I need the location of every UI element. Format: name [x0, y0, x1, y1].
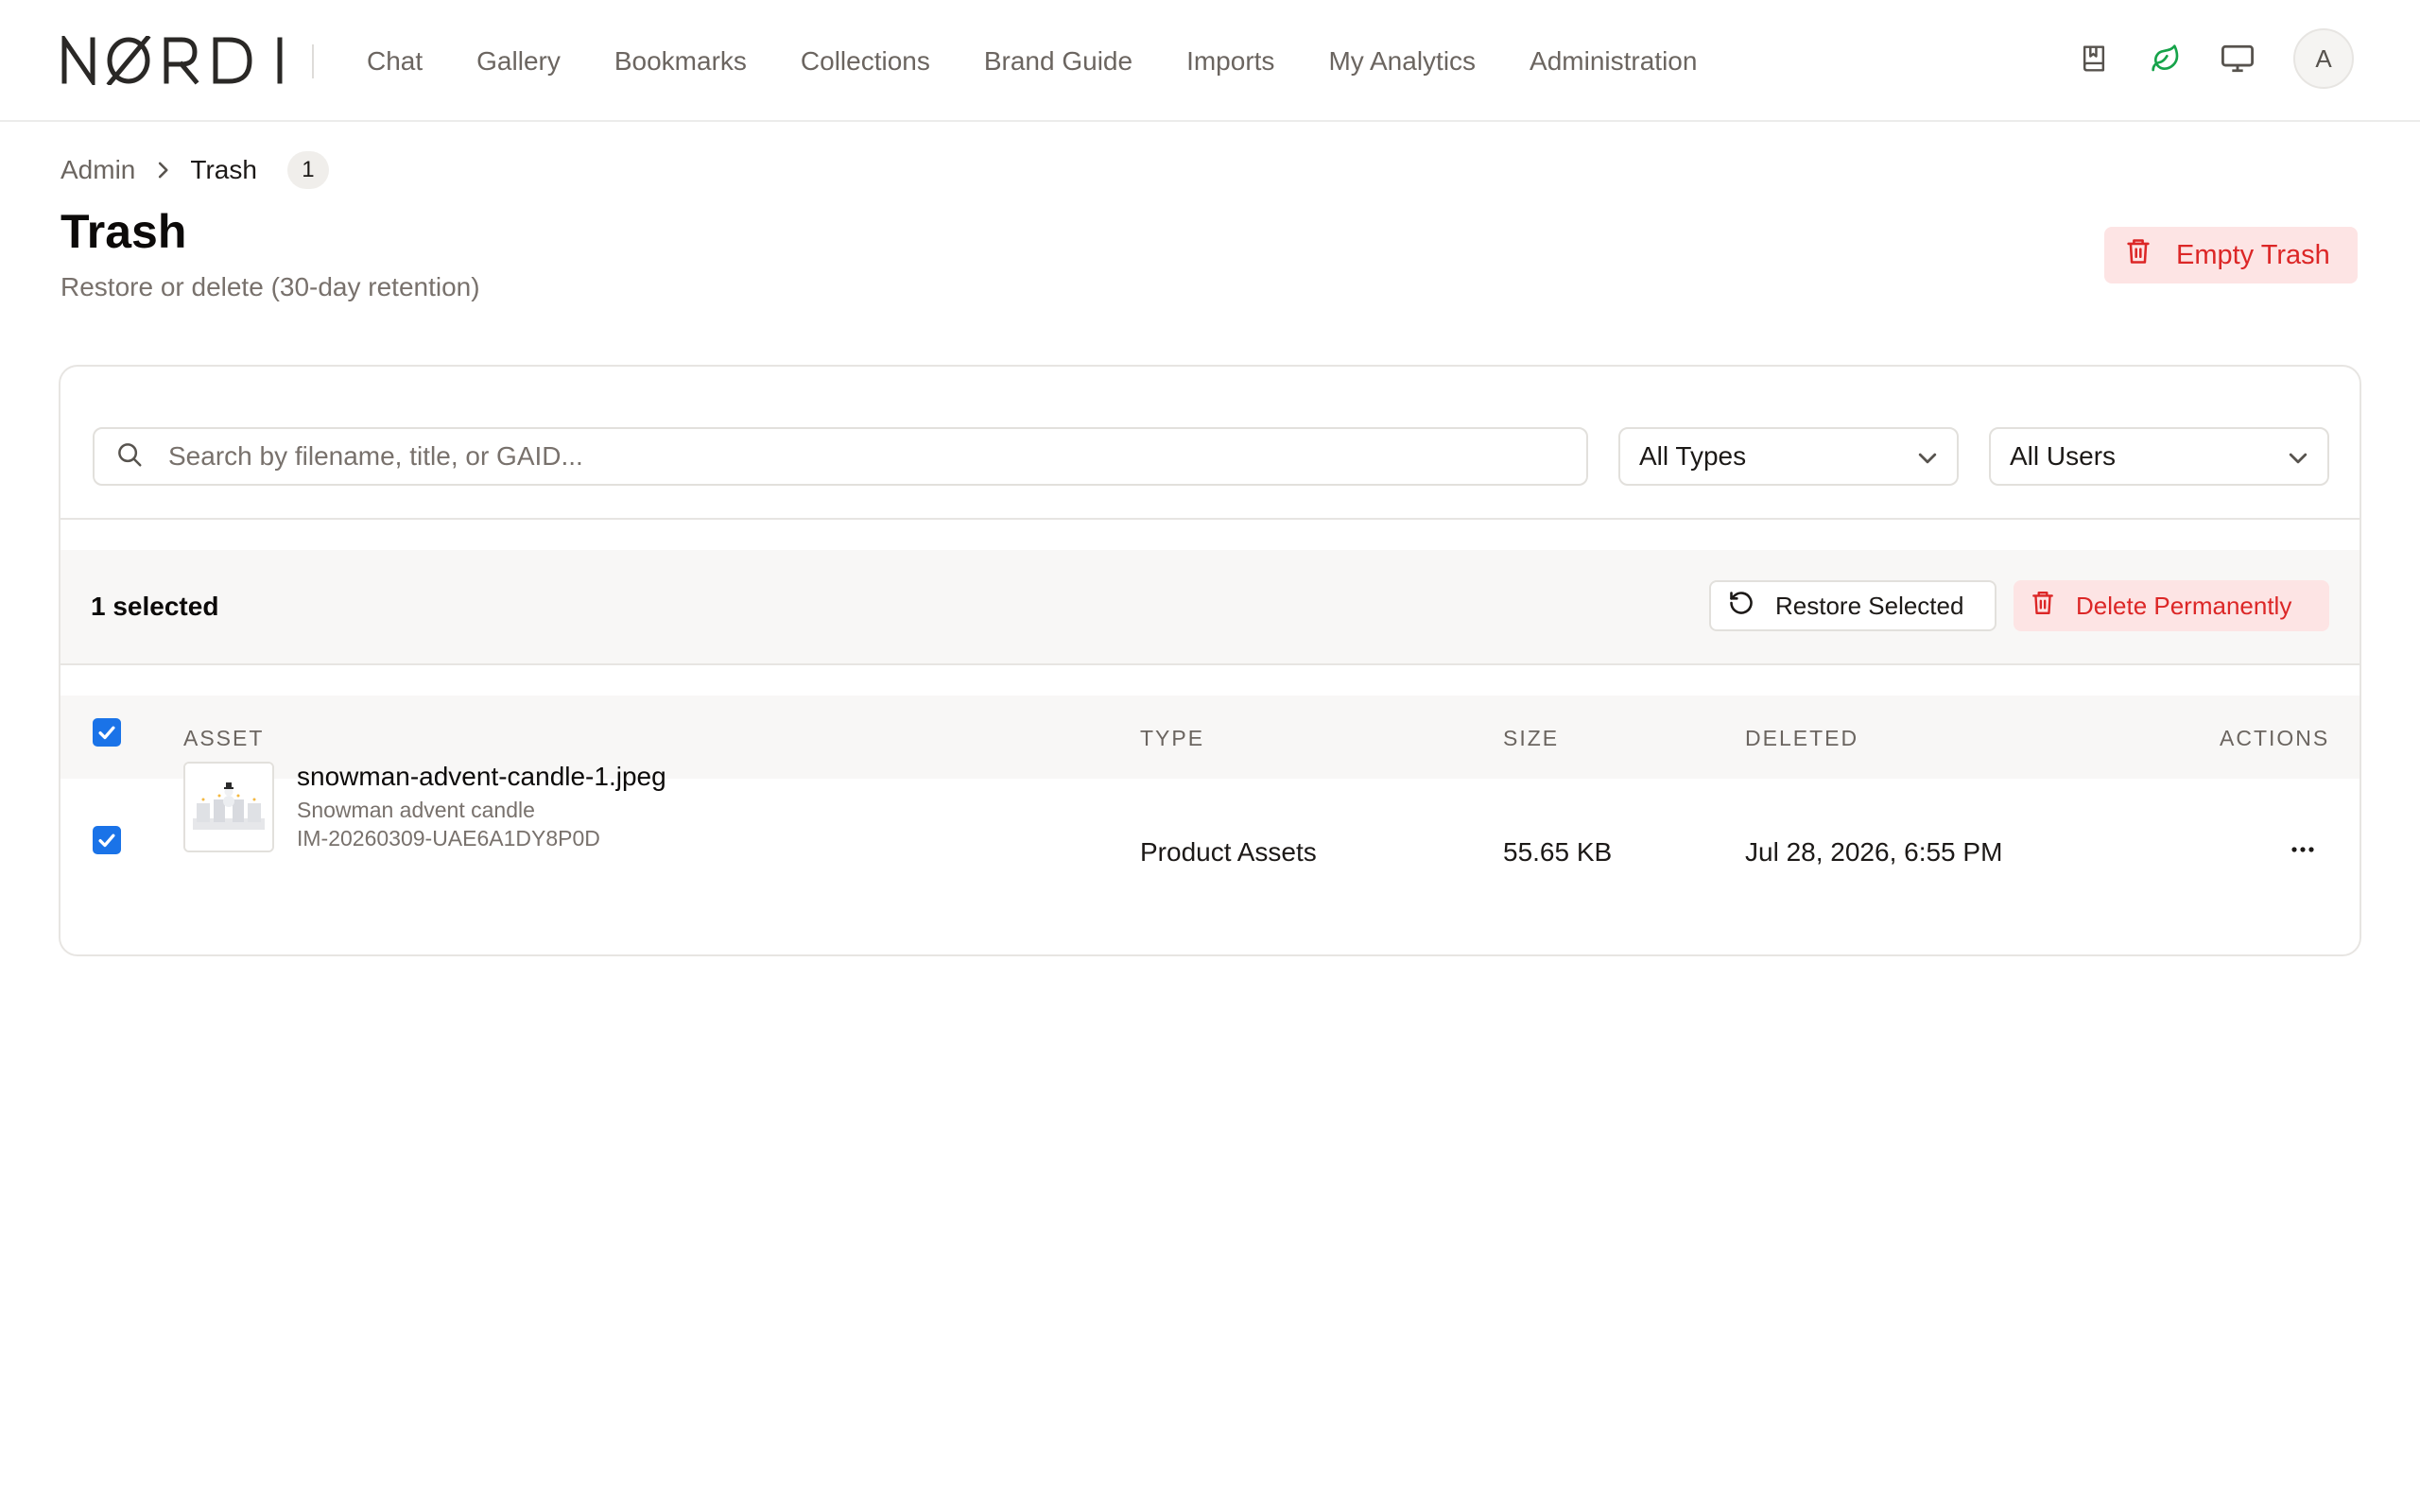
breadcrumb-trash: Trash	[190, 155, 257, 184]
column-size[interactable]: SIZE	[1503, 726, 1559, 751]
user-avatar[interactable]: A	[2293, 28, 2354, 89]
trash-icon	[2125, 237, 2152, 273]
breadcrumb: Admin Trash 1	[60, 151, 329, 189]
nav-collections[interactable]: Collections	[801, 46, 930, 77]
asset-title: Snowman advent candle	[297, 798, 535, 822]
asset-filename[interactable]: snowman-advent-candle-1.jpeg	[297, 762, 666, 792]
selected-count: 1 selected	[91, 592, 219, 621]
header-actions: A	[2042, 28, 2354, 89]
snowman-candle-image	[185, 764, 272, 850]
logo-separator	[312, 44, 314, 78]
nav-my-analytics[interactable]: My Analytics	[1328, 46, 1476, 77]
empty-trash-button[interactable]: Empty Trash	[2104, 227, 2358, 284]
type-filter-select[interactable]: All Types	[1618, 427, 1959, 486]
trash-icon	[2031, 590, 2055, 623]
book-icon[interactable]	[2074, 39, 2114, 78]
asset-type: Product Assets	[1140, 837, 1317, 867]
monitor-icon[interactable]	[2218, 39, 2257, 78]
restore-selected-label: Restore Selected	[1775, 591, 1964, 620]
page-subtitle: Restore or delete (30-day retention)	[60, 272, 480, 301]
asset-thumbnail[interactable]	[183, 762, 274, 852]
asset-deleted-date: Jul 28, 2026, 6:55 PM	[1745, 837, 2003, 867]
chevron-down-icon	[2288, 441, 2308, 472]
filter-divider	[60, 518, 2360, 520]
nav-chat[interactable]: Chat	[367, 46, 423, 77]
page-title: Trash	[60, 205, 187, 258]
top-navigation-bar: Chat Gallery Bookmarks Collections Brand…	[0, 0, 2420, 122]
row-actions-button[interactable]	[2284, 835, 2322, 864]
search-icon	[115, 440, 144, 473]
chevron-right-icon	[154, 161, 171, 180]
nav-bookmarks[interactable]: Bookmarks	[614, 46, 747, 77]
nordi-logo-mark	[61, 36, 283, 85]
restore-selected-button[interactable]: Restore Selected	[1709, 580, 1996, 631]
breadcrumb-admin[interactable]: Admin	[60, 155, 135, 185]
empty-trash-label: Empty Trash	[2176, 239, 2330, 270]
nordi-logo[interactable]	[60, 36, 285, 85]
nav-gallery[interactable]: Gallery	[476, 46, 561, 77]
column-type[interactable]: TYPE	[1140, 726, 1204, 751]
asset-gaid: IM-20260309-UAE6A1DY8P0D	[297, 826, 600, 850]
selection-bar: 1 selected Restore Selected Delete Perma…	[60, 550, 2360, 665]
select-all-checkbox[interactable]	[93, 718, 121, 747]
user-filter-select[interactable]: All Users	[1989, 427, 2329, 486]
column-deleted[interactable]: DELETED	[1745, 726, 1858, 751]
trash-card: All Types All Users 1 selected Restore S…	[59, 365, 2361, 956]
column-actions: ACTIONS	[2220, 726, 2330, 750]
restore-icon	[1728, 590, 1754, 623]
search-input[interactable]	[168, 441, 1530, 472]
nav-brand-guide[interactable]: Brand Guide	[984, 46, 1132, 77]
asset-size: 55.65 KB	[1503, 837, 1613, 867]
leaf-icon[interactable]	[2146, 39, 2186, 78]
user-filter-value: All Users	[2010, 441, 2117, 471]
search-box[interactable]	[93, 427, 1588, 486]
delete-permanently-button[interactable]: Delete Permanently	[2014, 580, 2329, 631]
main-nav: Chat Gallery Bookmarks Collections Brand…	[367, 0, 1751, 122]
nav-administration[interactable]: Administration	[1530, 46, 1697, 77]
more-horizontal-icon	[2290, 841, 2315, 858]
row-checkbox[interactable]	[93, 826, 121, 854]
nav-imports[interactable]: Imports	[1186, 46, 1274, 77]
trash-count-badge: 1	[286, 151, 329, 189]
type-filter-value: All Types	[1639, 441, 1747, 471]
chevron-down-icon	[1917, 441, 1938, 472]
column-asset[interactable]: ASSET	[183, 726, 264, 751]
delete-permanently-label: Delete Permanently	[2076, 591, 2292, 620]
